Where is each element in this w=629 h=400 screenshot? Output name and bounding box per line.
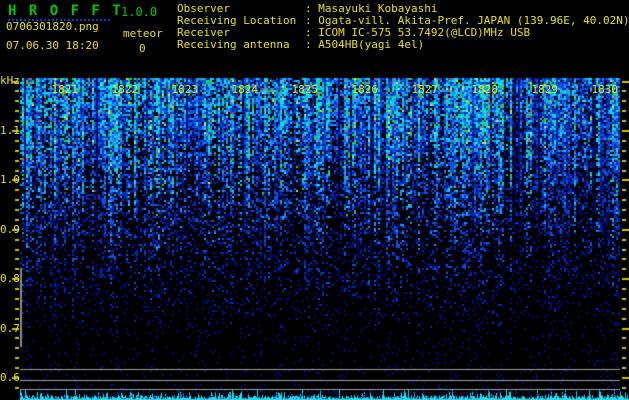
time-label: 1823	[171, 83, 199, 96]
y-axis-unit-label: kHz	[0, 74, 20, 87]
time-label: 1829	[531, 83, 559, 96]
info-label: Receiving antenna	[177, 38, 290, 51]
app-version: 1.0.0	[121, 5, 158, 19]
y-tick-label: 0.7	[0, 321, 20, 335]
time-label: 1824	[231, 83, 259, 96]
time-label: 1825	[291, 83, 319, 96]
output-filename: 0706301820.png	[6, 20, 99, 33]
time-label: 1821	[51, 83, 79, 96]
time-label: 1826	[351, 83, 379, 96]
meteor-count-label: meteor	[123, 27, 163, 40]
observation-datetime: 07.06.30 18:20	[6, 39, 99, 52]
station-info-block: Observer: Masayuki Kobayashi Receiving L…	[177, 3, 629, 51]
spectrogram-canvas	[0, 0, 629, 400]
time-label: 1827	[411, 83, 439, 96]
hrofft-screen: H R O F F T 1.0.0 0706301820.png meteor …	[0, 0, 629, 400]
y-tick-label: 0.8	[0, 272, 20, 286]
y-tick-label: 0.9	[0, 222, 20, 236]
time-label: 1828	[471, 83, 499, 96]
y-tick-label: 1.0	[0, 173, 20, 187]
time-label: 1830	[591, 83, 619, 96]
meteor-count-value: 0	[139, 42, 146, 55]
y-tick-label: 1.1	[0, 124, 20, 137]
time-label: 1822	[111, 83, 139, 96]
info-line-antenna: Receiving antenna : A504HB(yagi 4el)	[177, 39, 629, 51]
y-tick-label: 0.6	[0, 371, 20, 384]
info-value: : A504HB(yagi 4el)	[305, 38, 425, 51]
